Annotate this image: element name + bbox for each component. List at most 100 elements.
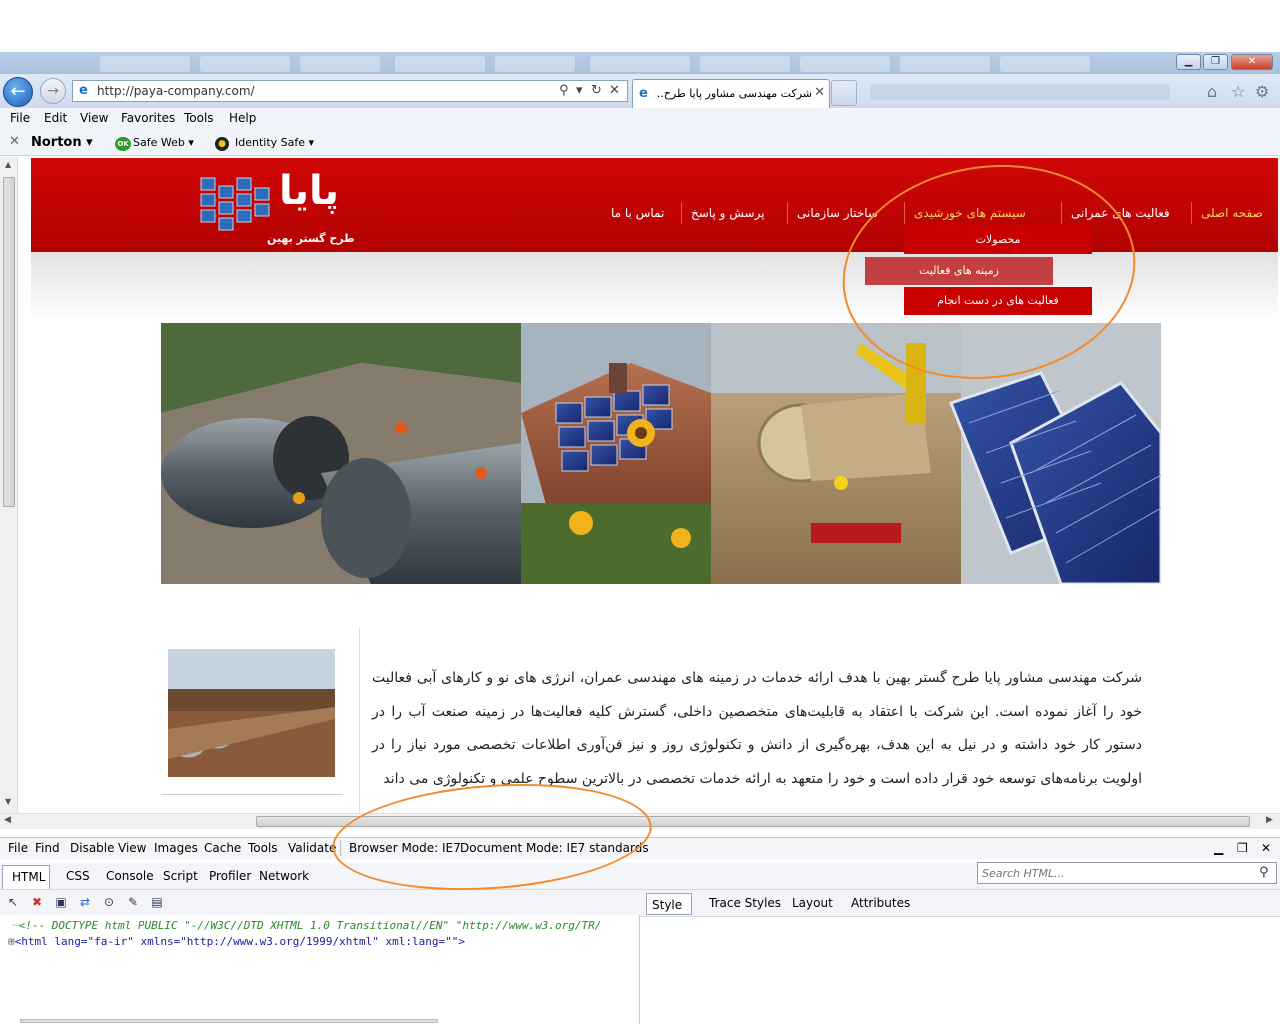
clear-icon[interactable]: ✖	[30, 895, 44, 909]
norton-label: Norton	[31, 135, 82, 150]
tab-close-icon[interactable]: ✕	[814, 85, 825, 100]
restore-button[interactable]: ❐	[1203, 54, 1228, 70]
safe-web-label: Safe Web	[133, 136, 185, 149]
style-tab-layout[interactable]: Layout	[792, 896, 833, 910]
blurred-taskbar-tab	[495, 56, 575, 72]
menu-help[interactable]: Help	[229, 111, 256, 125]
gear-icon[interactable]: ⚙	[1255, 82, 1269, 101]
style-pane-tabs: Style Trace Styles Layout Attributes	[640, 889, 1280, 917]
menu-file[interactable]: File	[10, 111, 30, 125]
html-node-text: <html lang="fa-ir" xmlns="http://www.w3.…	[14, 935, 465, 948]
dev-close-icon[interactable]: ✕	[1261, 841, 1271, 855]
dev-tab-css[interactable]: CSS	[66, 869, 90, 883]
identity-safe-menu[interactable]: Identity Safe ▾	[235, 136, 314, 149]
safe-web-menu[interactable]: Safe Web ▾	[133, 136, 194, 149]
refresh-icon[interactable]: ↻	[591, 83, 602, 98]
outline-icon[interactable]: ▤	[150, 895, 164, 909]
pipes-thumbnail-image	[168, 649, 335, 777]
back-button[interactable]: ←	[3, 77, 33, 107]
expand-plus-icon[interactable]: ⊞	[8, 935, 15, 948]
dev-popout-icon[interactable]: ❐	[1237, 841, 1248, 855]
dev-minimize-icon[interactable]: ▁	[1214, 841, 1223, 855]
browser-tab-active[interactable]: e شرکت مهندسی مشاور پایا طرح... ✕	[632, 79, 830, 108]
nav-organization[interactable]: ساختار سازمانی	[797, 206, 878, 220]
dev-menu-view[interactable]: View	[118, 841, 146, 855]
nav-home[interactable]: صفحه اصلی	[1201, 206, 1263, 220]
vertical-scroll-thumb[interactable]	[3, 177, 15, 507]
refresh-dom-icon[interactable]: ⇄	[78, 895, 92, 909]
dev-menu-cache[interactable]: Cache	[204, 841, 241, 855]
intro-paragraph: شرکت مهندسی مشاور پایا طرح گستر بهین با …	[372, 670, 1142, 787]
word-wrap-icon[interactable]: ⊙	[102, 895, 116, 909]
dom-html-node[interactable]: ⊞<html lang="fa-ir" xmlns="http://www.w3…	[8, 935, 465, 948]
url-text[interactable]: http://paya-company.com/	[97, 84, 255, 98]
doctype-text: <!-- DOCTYPE html PUBLIC "-//W3C//DTD XH…	[18, 919, 602, 932]
home-icon[interactable]: ⌂	[1207, 82, 1217, 101]
dev-menu-disable[interactable]: Disable	[70, 841, 115, 855]
address-bar[interactable]: e http://paya-company.com/ ⚲ ▾ ↻ ✕	[72, 80, 628, 102]
dropdown-icon[interactable]: ▾	[576, 83, 583, 98]
identity-safe-label: Identity Safe	[235, 136, 306, 149]
new-tab-button[interactable]	[831, 80, 857, 106]
style-tab-style[interactable]: Style	[646, 893, 692, 915]
forward-button[interactable]: →	[40, 78, 66, 104]
blurred-taskbar-tab	[900, 56, 990, 72]
blurred-taskbar-tab	[395, 56, 485, 72]
dev-menu-validate[interactable]: Validate	[288, 841, 336, 855]
dev-menu-find[interactable]: Find	[35, 841, 60, 855]
blurred-taskbar-tab	[700, 56, 790, 72]
menu-view[interactable]: View	[80, 111, 108, 125]
blurred-taskbar-tab	[800, 56, 890, 72]
dev-menu-tools[interactable]: Tools	[248, 841, 278, 855]
stop-icon[interactable]: ✕	[609, 83, 620, 98]
dev-tab-profiler[interactable]: Profiler	[209, 869, 251, 883]
norton-menu[interactable]: Norton ▾	[31, 135, 93, 150]
scroll-right-icon[interactable]: ▶	[1266, 815, 1273, 825]
logo-subtitle: طرح گستر بهین	[267, 232, 355, 245]
ie-page-icon: e	[79, 83, 88, 98]
style-tab-attributes[interactable]: Attributes	[851, 896, 910, 910]
norton-toolbar: ✕ Norton ▾ OK Safe Web ▾ ● Identity Safe…	[0, 130, 1280, 156]
blurred-toolbar-area	[870, 84, 1170, 100]
blurred-taskbar-tab	[300, 56, 380, 72]
dev-tab-html[interactable]: HTML	[2, 865, 50, 889]
vertical-scrollbar[interactable]: ▲ ▼	[0, 157, 18, 813]
menu-edit[interactable]: Edit	[44, 111, 67, 125]
logo-text[interactable]: پایا	[279, 168, 339, 214]
search-icon[interactable]: ⚲	[559, 83, 569, 98]
devtools-icon-toolbar: ↖ ✖ ▣ ⇄ ⊙ ✎ ▤	[0, 889, 640, 915]
search-html-input[interactable]	[977, 862, 1277, 884]
nav-contact[interactable]: تماس با ما	[611, 206, 664, 220]
scroll-left-icon[interactable]: ◀	[4, 815, 11, 825]
menu-tools[interactable]: Tools	[184, 111, 214, 125]
search-icon[interactable]: ⚲	[1259, 865, 1269, 880]
dom-doctype-comment[interactable]: ┈<!-- DOCTYPE html PUBLIC "-//W3C//DTD X…	[12, 919, 601, 932]
dom-tree-scrollbar[interactable]	[20, 1019, 438, 1023]
dev-tab-script[interactable]: Script	[163, 869, 198, 883]
close-window-button[interactable]: ✕	[1231, 54, 1273, 70]
forward-arrow-icon: →	[47, 83, 59, 99]
dev-menu-images[interactable]: Images	[154, 841, 198, 855]
dev-tab-network[interactable]: Network	[259, 869, 309, 883]
tree-branch-icon: ┈	[12, 919, 19, 932]
dev-menu-file[interactable]: File	[8, 841, 28, 855]
scroll-down-icon[interactable]: ▼	[5, 797, 11, 806]
save-icon[interactable]: ▣	[54, 895, 68, 909]
close-toolbar-icon[interactable]: ✕	[9, 134, 20, 149]
safe-web-ok-icon: OK	[115, 137, 131, 151]
style-tab-trace-styles[interactable]: Trace Styles	[709, 896, 781, 910]
dev-tab-console[interactable]: Console	[106, 869, 154, 883]
favorites-star-icon[interactable]: ☆	[1231, 82, 1245, 101]
content-divider	[359, 627, 360, 817]
ie-tab-icon: e	[639, 86, 648, 101]
dom-tree: ┈<!-- DOCTYPE html PUBLIC "-//W3C//DTD X…	[0, 915, 640, 1024]
scroll-up-icon[interactable]: ▲	[5, 160, 11, 169]
select-element-icon[interactable]: ↖	[6, 895, 20, 909]
blurred-taskbar-tab	[200, 56, 290, 72]
window-titlebar: ▁ ❐ ✕	[0, 52, 1280, 74]
minimize-button[interactable]: ▁	[1176, 54, 1201, 70]
nav-faq[interactable]: پرسش و پاسخ	[691, 206, 765, 220]
edit-icon[interactable]: ✎	[126, 895, 140, 909]
nav-separator	[1191, 202, 1192, 224]
menu-favorites[interactable]: Favorites	[121, 111, 175, 125]
